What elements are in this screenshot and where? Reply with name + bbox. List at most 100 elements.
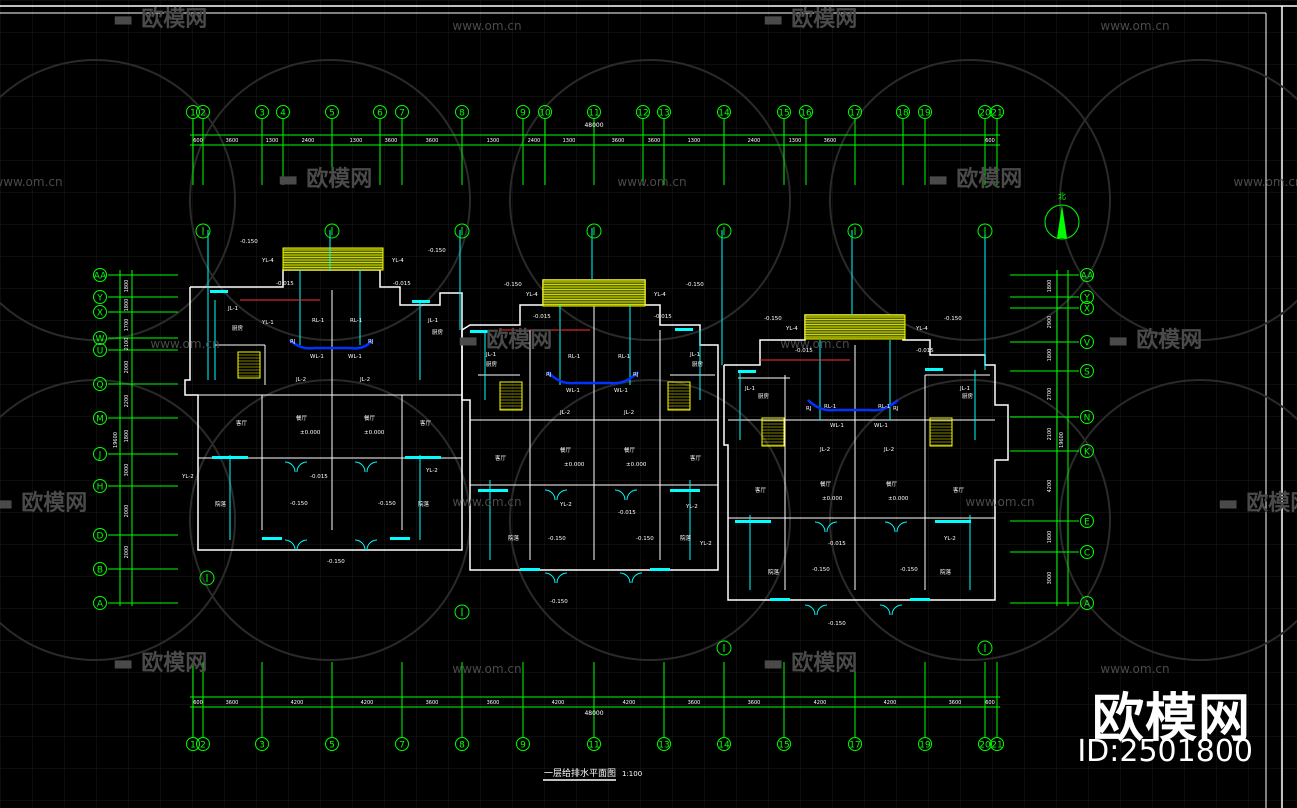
axis-top-11-label: 11	[588, 109, 599, 119]
annotation-75: -0.015	[533, 314, 551, 320]
row-left-Q-label: Q	[96, 381, 103, 391]
annotation-95: -0.150	[550, 599, 568, 605]
window-11	[910, 598, 930, 601]
annotation-15: RL-1	[568, 354, 580, 360]
axis-bottom-2-label: 2	[200, 741, 206, 751]
dim-left-0: 1800	[124, 280, 130, 293]
axis-top-19-label: 19	[919, 109, 931, 119]
annotation-70: ±0.000	[626, 462, 647, 468]
annotation-66: 厨房	[962, 392, 974, 400]
annotation-82: -0.150	[240, 239, 258, 245]
annotation-39: RJ	[546, 372, 552, 378]
axis-top-6-label: 6	[377, 109, 383, 119]
window-7	[390, 537, 410, 540]
window-8	[520, 568, 540, 571]
axis-top-21-label: 21	[991, 109, 1002, 119]
axis-top-3-label: 3	[259, 109, 265, 119]
total-dim-bottom: 48000	[584, 710, 603, 717]
annotation-87: -0.150	[944, 316, 962, 322]
annotation-67: ±0.000	[300, 430, 321, 436]
dim-top-10: 3600	[612, 138, 625, 144]
annotation-74: -0.015	[393, 281, 411, 287]
annotation-71: ±0.000	[822, 496, 843, 502]
axis-top-17-label: 17	[849, 109, 860, 119]
annotation-6: JL-1	[227, 306, 238, 312]
row-right-A-label: A	[1084, 600, 1091, 610]
side-total-left: 19600	[113, 432, 119, 448]
row-left-J-label: J	[98, 451, 102, 461]
row-left-AA-label: AA	[94, 272, 107, 282]
id-watermark: ID:2501800	[1077, 734, 1253, 769]
dim-left-3: 2100	[124, 338, 130, 351]
annotation-18: RL-1	[878, 404, 890, 410]
site-watermark-5: www.om.cn	[780, 337, 849, 351]
side-total-right: 19600	[1059, 432, 1065, 448]
site-watermark-4: www.om.cn	[1233, 175, 1297, 189]
annotation-61: 厨房	[232, 324, 244, 332]
annotation-78: -0.015	[916, 348, 934, 354]
site-watermark-6: www.om.cn	[150, 337, 219, 351]
logo-watermark-2: ▬ 欧模网	[278, 166, 372, 192]
dim-top-0: 600	[193, 138, 203, 144]
window-17	[925, 368, 943, 371]
site-watermark-9: www.om.cn	[452, 662, 521, 676]
annotation-28: JL-2	[623, 410, 634, 416]
annotation-84: -0.150	[504, 282, 522, 288]
site-watermark-7: www.om.cn	[452, 495, 521, 509]
total-dim-top: 48000	[584, 122, 603, 129]
axis-top-16-label: 16	[800, 109, 812, 119]
annotation-29: JL-2	[819, 447, 830, 453]
annotation-57: 院落	[508, 534, 520, 542]
site-watermark-2: www.om.cn	[617, 175, 686, 189]
dim-top-1: 3600	[226, 138, 239, 144]
row-left-U-label: U	[97, 347, 104, 357]
annotation-26: JL-2	[359, 377, 370, 383]
row-left-M-label: M	[96, 415, 104, 425]
dim-top-11: 3600	[648, 138, 661, 144]
annotation-90: -0.150	[548, 536, 566, 542]
annotation-41: RJ	[806, 406, 812, 412]
dim-top-12: 1300	[688, 138, 701, 144]
annotation-63: 厨房	[486, 360, 498, 368]
annotation-37: RJ	[290, 339, 296, 345]
site-watermark-10: www.om.cn	[1100, 662, 1169, 676]
dim-top-2: 1300	[266, 138, 279, 144]
axis-top-2-label: 2	[200, 109, 206, 119]
annotation-83: -0.150	[428, 248, 446, 254]
axis-top-10-label: 10	[539, 109, 551, 119]
logo-watermark-7: ▬ 欧模网	[113, 650, 207, 676]
annotation-38: RJ	[368, 339, 374, 345]
dim-bottom-4: 3600	[426, 700, 439, 706]
dim-right-1: 2900	[1047, 316, 1053, 329]
annotation-22: WL-1	[614, 388, 628, 394]
annotation-23: WL-1	[830, 423, 844, 429]
annotation-43: 客厅	[236, 419, 248, 427]
dim-top-7: 1300	[487, 138, 500, 144]
annotation-34: YL-2	[699, 541, 712, 547]
row-left-X-label: X	[97, 309, 103, 319]
annotation-69: ±0.000	[564, 462, 585, 468]
site-watermark-8: www.om.cn	[965, 495, 1034, 509]
annotation-10: JL-1	[689, 352, 700, 358]
drawing-title-text: 一层给排水平面图	[544, 767, 616, 779]
annotation-16: RL-1	[618, 354, 630, 360]
dim-right-4: 2100	[1047, 428, 1053, 441]
annotation-0: YL-4	[261, 258, 274, 264]
dim-bottom-11: 4200	[884, 700, 897, 706]
annotation-88: -0.150	[290, 501, 308, 507]
logo-watermark-6: ▬ 欧模网	[1218, 490, 1297, 516]
row-left-D-label: D	[97, 532, 104, 542]
dim-left-5: 2200	[124, 395, 130, 408]
dim-top-15: 3600	[824, 138, 837, 144]
canopy-1	[282, 247, 384, 271]
annotation-3: YL-4	[653, 292, 666, 298]
annotation-55: 院落	[215, 500, 227, 508]
annotation-62: 厨房	[432, 328, 444, 336]
window-5	[935, 520, 971, 523]
annotation-49: 餐厅	[296, 414, 308, 422]
annotation-11: JL-1	[744, 386, 755, 392]
drawing-scale: 1:100	[622, 770, 642, 778]
annotation-80: -0.015	[618, 510, 636, 516]
dim-top-8: 2400	[528, 138, 541, 144]
dim-bottom-9: 3600	[748, 700, 761, 706]
